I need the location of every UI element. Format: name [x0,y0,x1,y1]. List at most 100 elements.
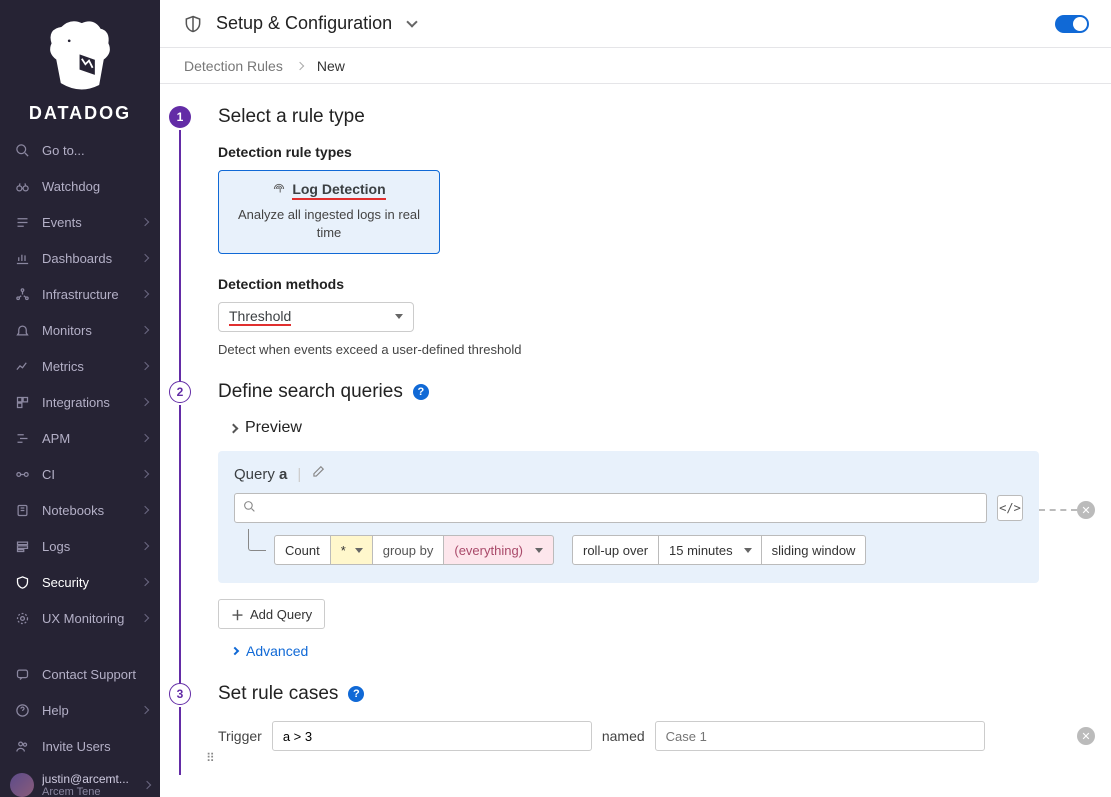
sidebar-item-watchdog[interactable]: Watchdog [0,168,160,204]
chevron-right-icon [141,290,149,298]
chevron-right-icon [141,470,149,478]
sidebar-item-notebooks[interactable]: Notebooks [0,492,160,528]
chart-icon [12,248,32,268]
sidebar-contact-support[interactable]: Contact Support [0,656,160,692]
add-query-button[interactable]: ＋ Add Query [218,599,325,629]
detection-methods-label: Detection methods [218,276,1095,292]
sidebar-item-ci[interactable]: CI [0,456,160,492]
advanced-toggle[interactable]: Advanced [218,643,1095,659]
sidebar-item-apm[interactable]: APM [0,420,160,456]
dropdown-toggle[interactable] [404,22,416,26]
edit-icon[interactable] [311,465,325,483]
sidebar-item-ux-monitoring[interactable]: UX Monitoring [0,600,160,636]
breadcrumb-link[interactable]: Detection Rules [184,58,283,74]
sidebar-invite-users[interactable]: Invite Users [0,728,160,764]
chevron-right-icon [141,578,149,586]
sidebar-item-events[interactable]: Events [0,204,160,240]
sidebar-item-monitors[interactable]: Monitors [0,312,160,348]
bell-icon [12,320,32,340]
step-2-title: Define search queries ? [218,381,1095,403]
chevron-right-icon [141,434,149,442]
sidebar: DATADOG Go to... Watchdog Events Dashboa… [0,0,160,797]
breadcrumb: Detection Rules New [160,48,1111,84]
close-icon[interactable]: ✕ [1077,501,1095,519]
trigger-input[interactable] [272,721,592,751]
chevron-right-icon [141,706,149,714]
rollup-time-select[interactable]: 15 minutes [659,535,762,565]
infrastructure-icon [12,284,32,304]
ux-icon [12,608,32,628]
shield-icon [12,572,32,592]
named-label: named [602,728,645,744]
sidebar-help[interactable]: Help [0,692,160,728]
metrics-icon [12,356,32,376]
count-of-select[interactable]: * [331,535,373,565]
chevron-right-icon [141,542,149,550]
count-chip[interactable]: Count [274,535,331,565]
groupby-select[interactable]: (everything) [444,535,554,565]
remove-query: ✕ [1039,501,1095,519]
apm-icon [12,428,32,448]
chevron-right-icon [141,614,149,622]
sidebar-item-dashboards[interactable]: Dashboards [0,240,160,276]
chevron-right-icon [231,647,239,655]
help-icon[interactable]: ? [348,686,364,702]
step-number-3: 3 [169,683,191,705]
trigger-label: Trigger [218,728,262,744]
brand-name: DATADOG [0,103,160,124]
step-3-title: Set rule cases ? [218,683,1095,705]
fingerprint-icon [272,182,286,199]
search-icon [12,140,32,160]
groupby-label: group by [373,535,445,565]
avatar [10,773,34,797]
search-icon [243,500,256,516]
chevron-right-icon [141,506,149,514]
case-name-input[interactable] [655,721,985,751]
users-icon [12,736,32,756]
help-icon[interactable]: ? [413,384,429,400]
sidebar-item-security[interactable]: Security [0,564,160,600]
code-toggle-button[interactable]: </> [997,495,1023,521]
help-icon [12,700,32,720]
sidebar-user[interactable]: justin@arcemt... Arcem Tene [0,764,160,797]
enable-toggle[interactable] [1055,15,1089,33]
sidebar-search[interactable]: Go to... [0,132,160,168]
chevron-right-icon [141,326,149,334]
list-icon [12,212,32,232]
detection-types-label: Detection rule types [218,144,1095,160]
detection-method-desc: Detect when events exceed a user-defined… [218,342,1095,357]
notebook-icon [12,500,32,520]
rollup-label: roll-up over [572,535,659,565]
chevron-right-icon [229,423,239,433]
step-1-title: Select a rule type [218,106,1095,128]
query-search-input[interactable] [234,493,987,523]
step-number-2: 2 [169,381,191,403]
step-number-1: 1 [169,106,191,128]
sidebar-item-logs[interactable]: Logs [0,528,160,564]
drag-handle-icon[interactable]: ⠿ [206,751,215,765]
chevron-right-icon [141,362,149,370]
logo[interactable]: DATADOG [0,0,160,132]
chevron-right-icon [296,61,304,69]
preview-toggle[interactable]: Preview [218,419,1095,437]
chevron-right-icon [143,781,151,789]
rule-type-title: Log Detection [292,181,385,200]
ci-icon [12,464,32,484]
rule-type-card-log-detection[interactable]: Log Detection Analyze all ingested logs … [218,170,440,254]
chevron-right-icon [141,398,149,406]
binoculars-icon [12,176,32,196]
shield-icon [182,13,204,35]
sidebar-item-integrations[interactable]: Integrations [0,384,160,420]
chevron-right-icon [141,218,149,226]
close-icon[interactable]: ✕ [1077,727,1095,745]
rule-type-desc: Analyze all ingested logs in real time [233,206,425,241]
sidebar-item-infrastructure[interactable]: Infrastructure [0,276,160,312]
query-panel: Query a | </> [218,451,1039,583]
window-type: sliding window [762,535,867,565]
sidebar-item-metrics[interactable]: Metrics [0,348,160,384]
plus-icon: ＋ [231,605,244,624]
detection-method-select[interactable]: Threshold [218,302,414,332]
logs-icon [12,536,32,556]
rule-case-row: ⠿ Trigger named ✕ [218,721,1095,751]
topbar: Setup & Configuration [160,0,1111,48]
